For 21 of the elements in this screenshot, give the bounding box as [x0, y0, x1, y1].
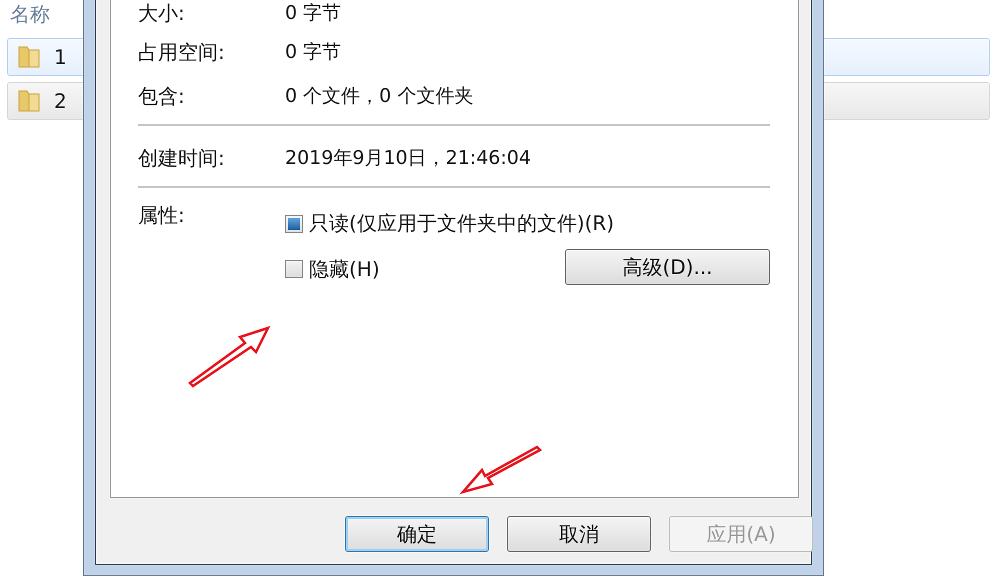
property-value: 2019年9月10日，21:46:04 — [285, 146, 532, 171]
property-label: 包含: — [138, 82, 186, 110]
folder-icon — [16, 88, 42, 114]
checkbox[interactable] — [285, 214, 303, 232]
property-value: 0 字节 — [285, 1, 342, 26]
folder-name: 1 — [54, 45, 67, 69]
checkbox-label[interactable]: 只读(仅应用于文件夹中的文件)(R) — [309, 210, 614, 237]
property-label: 大小: — [138, 0, 186, 27]
folder-icon — [16, 44, 42, 70]
property-label: 创建时间: — [138, 144, 226, 172]
folder-name: 2 — [54, 89, 67, 113]
property-value: 0 个文件，0 个文件夹 — [285, 84, 474, 109]
attributes-label: 属性: — [138, 202, 186, 229]
checkbox-label[interactable]: 隐藏(H) — [309, 256, 380, 282]
property-label: 占用空间: — [138, 38, 226, 66]
advanced-button[interactable]: 高级(D)... — [565, 249, 770, 285]
dialog-button[interactable]: 确定 — [345, 516, 489, 552]
property-value: 0 字节 — [285, 40, 342, 65]
column-header[interactable]: 名称 — [10, 2, 50, 38]
dialog-button[interactable]: 取消 — [507, 516, 651, 552]
checkbox[interactable] — [285, 260, 303, 278]
